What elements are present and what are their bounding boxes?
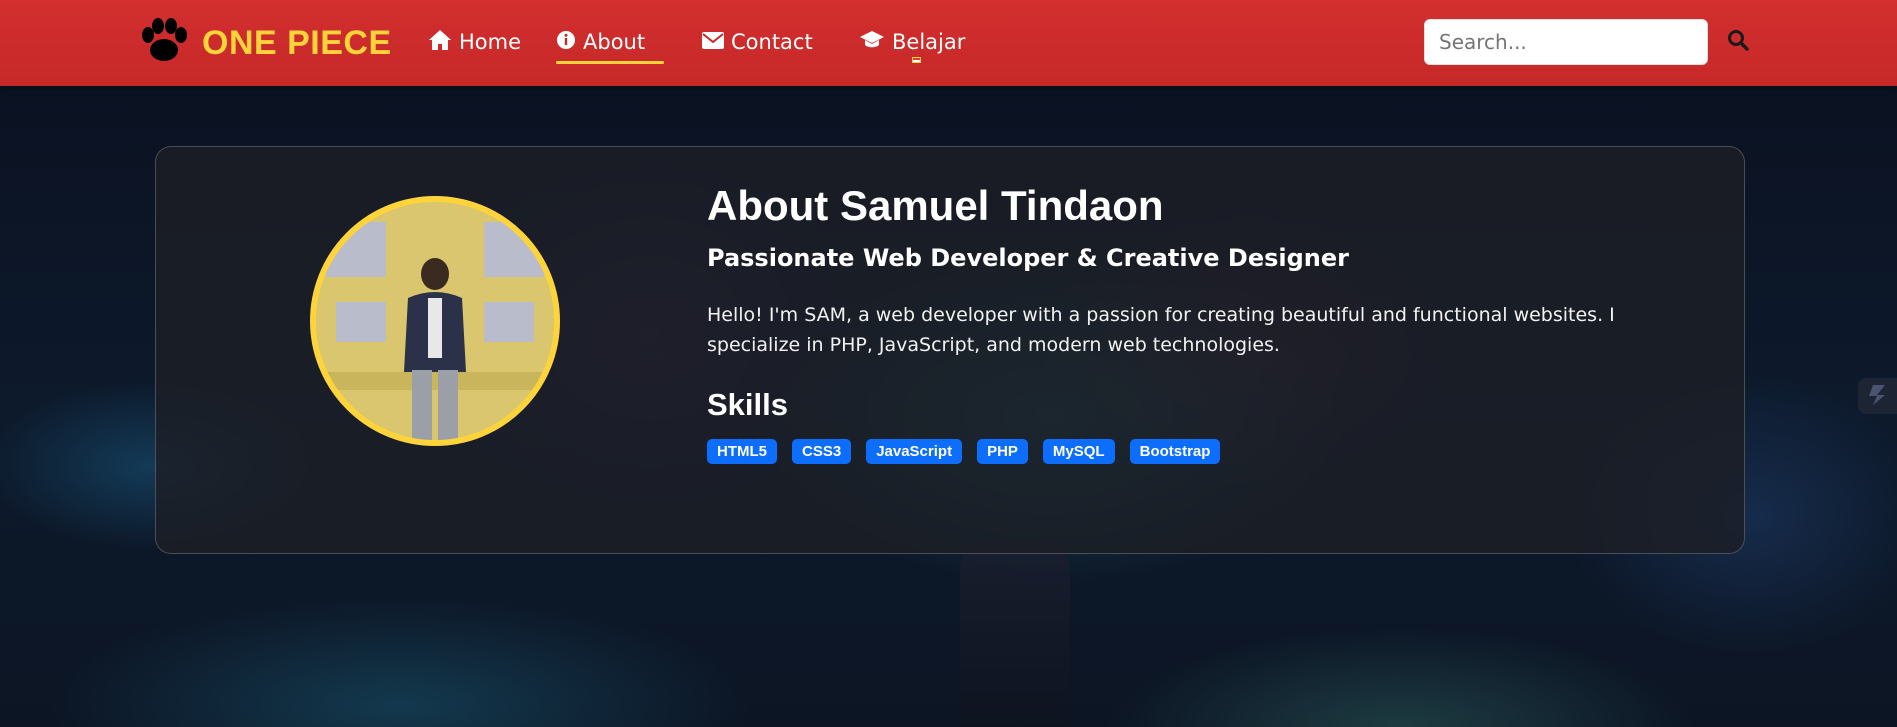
skill-badge-css3: CSS3 (792, 439, 852, 464)
skill-badge-php: PHP (977, 439, 1028, 464)
nav-home-label: Home (459, 30, 522, 54)
bio-text: Hello! I'm SAM, a web developer with a p… (707, 304, 1615, 356)
nav-contact[interactable]: Contact (702, 24, 813, 60)
skills-list: HTML5 CSS3 JavaScript PHP MySQL Bootstra… (707, 439, 1221, 464)
search-button[interactable] (1720, 24, 1756, 60)
navbar: ONE PIECE Home About Contact Belajar (0, 0, 1897, 86)
nav-home[interactable]: Home (428, 24, 521, 60)
skill-badge-javascript: JavaScript (866, 439, 963, 464)
page-subtitle: Passionate Web Developer & Creative Desi… (707, 244, 1349, 272)
profile-photo (310, 196, 560, 446)
cube-icon (1865, 381, 1891, 411)
page-title: About Samuel Tindaon (707, 182, 1164, 229)
skills-heading: Skills (707, 387, 788, 422)
search-icon (1727, 29, 1749, 55)
background-figure (960, 540, 1070, 727)
paw-icon (138, 18, 190, 68)
info-circle-icon (556, 30, 576, 55)
skill-badge-html5: HTML5 (707, 439, 777, 464)
skill-badge-bootstrap: Bootstrap (1129, 439, 1221, 464)
brand[interactable]: ONE PIECE (138, 18, 392, 68)
graduation-cap-icon (859, 30, 885, 55)
brand-name: ONE PIECE (202, 23, 392, 62)
skill-badge-mysql: MySQL (1042, 439, 1115, 464)
nav-contact-label: Contact (731, 30, 813, 54)
nav-belajar[interactable]: Belajar (859, 24, 965, 60)
nav-about[interactable]: About (556, 24, 664, 64)
search-input[interactable] (1424, 19, 1708, 65)
side-widget[interactable] (1858, 378, 1897, 414)
nav-about-label: About (583, 30, 646, 54)
home-icon (428, 29, 452, 56)
flag-marker (912, 57, 921, 63)
envelope-icon (702, 30, 724, 54)
nav-belajar-label: Belajar (892, 30, 966, 54)
